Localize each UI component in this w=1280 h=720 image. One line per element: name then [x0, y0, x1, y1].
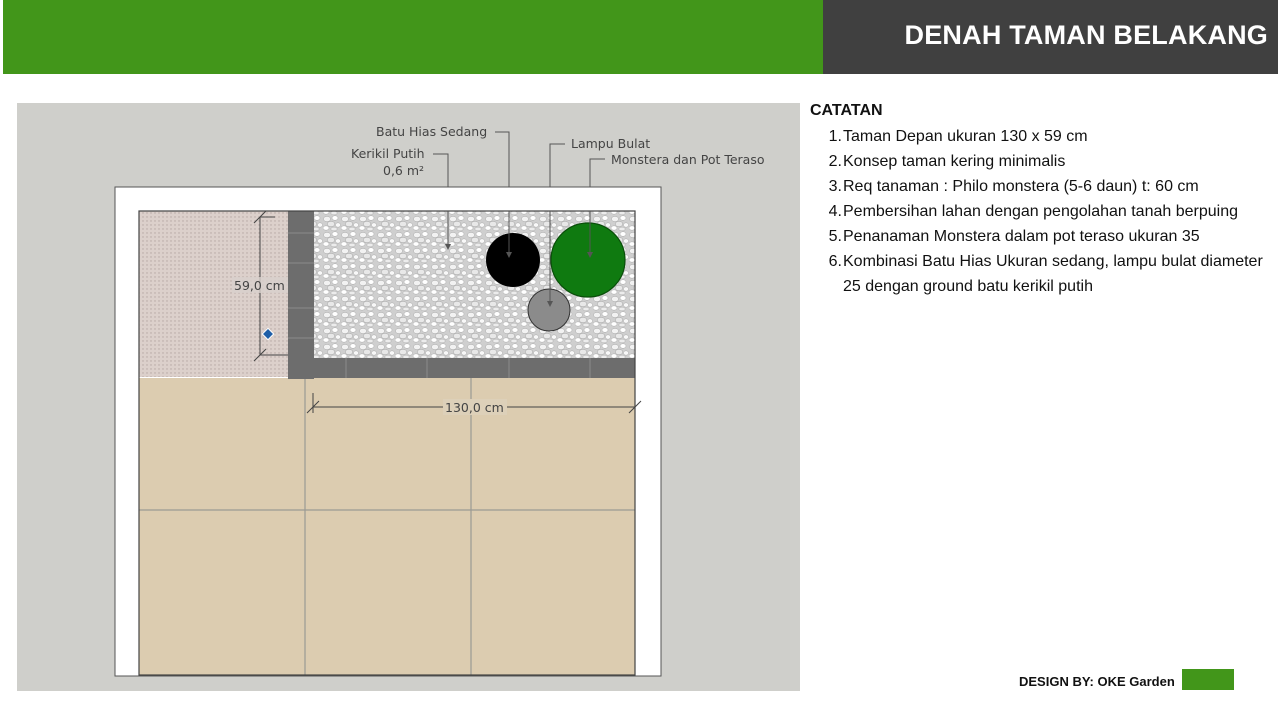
header-green-bar [3, 0, 823, 74]
depth-dimension-label: 59,0 cm [234, 278, 285, 293]
label-kerikil: Kerikil Putih [351, 146, 425, 161]
label-monstera: Monstera dan Pot Teraso [611, 152, 765, 167]
garden-plan-drawing: 59,0 cm 130,0 cm Batu Hias Sedang Keriki… [114, 124, 765, 677]
note-item: 1. Taman Depan ukuran 130 x 59 cm [828, 128, 1088, 145]
note-item: 2. Konsep taman kering minimalis [828, 153, 1066, 170]
paving-area [139, 211, 289, 377]
border-vertical [288, 211, 314, 379]
notes-panel: CATATAN 1. Taman Depan ukuran 130 x 59 cm… [810, 102, 1270, 299]
note-item: 4. Pembersihan lahan dengan pengolahan ta… [828, 203, 1238, 220]
notes-list: 1. Taman Depan ukuran 130 x 59 cm 2. Konse… [810, 124, 1270, 299]
width-dimension-label: 130,0 cm [445, 400, 504, 415]
note-item: 5. Penanaman Monstera dalam pot teraso uk… [828, 228, 1200, 245]
garden-plan-panel: 59,0 cm 130,0 cm Batu Hias Sedang Keriki… [17, 103, 800, 691]
label-kerikil-area: 0,6 m² [383, 163, 424, 178]
note-item: 3. Req tanaman : Philo monstera (5-6 daun… [828, 178, 1199, 195]
design-credit: DESIGN BY: OKE Garden [1019, 674, 1175, 689]
monstera-pot [550, 222, 626, 298]
label-batu-hias: Batu Hias Sedang [376, 124, 487, 139]
notes-title: CATATAN [810, 102, 883, 119]
decorative-stone [527, 288, 571, 332]
header-title-bar: DENAH TAMAN BELAKANG [823, 0, 1278, 74]
round-lamp [486, 233, 540, 287]
credit-color-swatch [1182, 669, 1234, 690]
label-lampu: Lampu Bulat [571, 136, 650, 151]
border-horizontal [288, 358, 635, 378]
note-item: 6. Kombinasi Batu Hias Ukuran sedang, lam… [828, 253, 1263, 295]
page-title: DENAH TAMAN BELAKANG [904, 20, 1268, 50]
